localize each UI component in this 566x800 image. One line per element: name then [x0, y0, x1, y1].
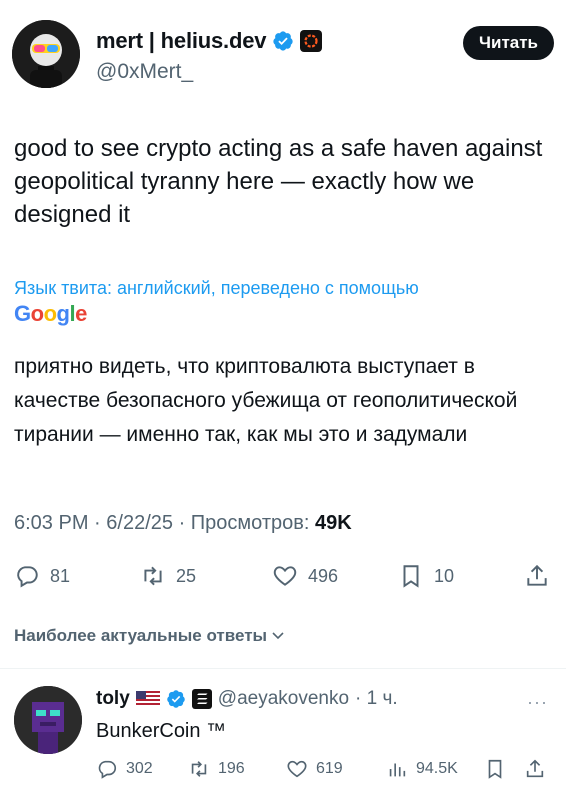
- reply-retweet-action[interactable]: 196: [188, 758, 245, 780]
- org-badge-icon: [300, 30, 323, 52]
- reply-header: toly @aeyakovenko · 1 ч.: [96, 688, 398, 710]
- tweet-text: good to see crypto acting as a safe have…: [14, 135, 543, 228]
- reply-text: BunkerCoin ™: [96, 720, 227, 742]
- verified-badge-icon: [273, 31, 293, 51]
- reply-bookmark-action[interactable]: [484, 758, 506, 780]
- heart-icon: [273, 566, 297, 586]
- reply-reply-action[interactable]: 302: [96, 758, 153, 780]
- reply-like-count: 619: [316, 760, 343, 777]
- google-logo: Google: [14, 301, 87, 326]
- bookmark-count: 10: [434, 565, 455, 586]
- reply-time[interactable]: · 1 ч.: [355, 688, 398, 710]
- tweet-actions: 81 25 496 10: [14, 560, 552, 592]
- reply-author-name[interactable]: toly: [96, 688, 130, 710]
- us-flag-icon: [135, 691, 160, 707]
- views-icon: [389, 763, 406, 777]
- share-icon: [527, 564, 547, 586]
- tweet-meta: 6:03 PM · 6/22/25 · Просмотров: 49K: [14, 512, 352, 535]
- bookmark-icon: [403, 565, 419, 588]
- tweet-header: mert | helius.dev @0xMert_ Читать: [12, 14, 554, 94]
- like-action[interactable]: 496: [272, 563, 338, 589]
- share-action[interactable]: [524, 563, 550, 589]
- follow-button[interactable]: Читать: [463, 26, 554, 60]
- divider: [0, 668, 566, 669]
- reply-like-action[interactable]: 619: [286, 758, 343, 780]
- views-label: Просмотров:: [190, 512, 310, 534]
- reply-icon: [98, 760, 117, 779]
- translation-note[interactable]: Язык твита: английский, переведено с пом…: [14, 278, 419, 299]
- solana-badge-icon: [191, 689, 212, 709]
- replies-sort-label: Наиболее актуальные ответы: [14, 626, 268, 645]
- retweet-action[interactable]: 25: [140, 563, 196, 589]
- retweet-icon: [191, 761, 207, 777]
- verified-badge-icon: [167, 690, 185, 708]
- share-icon: [526, 759, 544, 778]
- views-count: 49K: [315, 512, 352, 534]
- author-avatar[interactable]: [12, 20, 80, 88]
- reply-reply-count: 302: [126, 760, 153, 777]
- reply-icon: [17, 566, 38, 588]
- heart-icon: [287, 760, 307, 778]
- author-name-row: mert | helius.dev: [96, 28, 323, 54]
- reply-count: 81: [50, 565, 71, 586]
- reply-retweet-count: 196: [218, 760, 245, 777]
- tweet-translation: приятно видеть, что криптовалюта выступа…: [14, 355, 518, 446]
- meta-separator: ·: [178, 512, 191, 534]
- reply-views-count: 94.5K: [416, 760, 458, 777]
- reply-share-action[interactable]: [524, 758, 546, 780]
- more-options-icon[interactable]: ···: [527, 692, 548, 713]
- retweet-count: 25: [176, 565, 197, 586]
- replies-sort-toggle[interactable]: Наиболее актуальные ответы: [14, 626, 285, 646]
- retweet-icon: [144, 566, 162, 586]
- meta-separator: ·: [94, 512, 107, 534]
- reply-actions: 302 196 619 94.5K: [96, 758, 556, 784]
- bookmark-action[interactable]: 10: [398, 563, 454, 589]
- reply-action[interactable]: 81: [14, 563, 70, 589]
- author-name[interactable]: mert | helius.dev: [96, 28, 266, 54]
- reply-views-action[interactable]: 94.5K: [386, 758, 458, 780]
- chevron-down-icon: [272, 632, 284, 640]
- reply-avatar[interactable]: [14, 686, 82, 754]
- like-count: 496: [308, 565, 339, 586]
- tweet-date[interactable]: 6/22/25: [106, 512, 173, 534]
- tweet-time[interactable]: 6:03 PM: [14, 512, 88, 534]
- bookmark-icon: [488, 759, 502, 779]
- reply-author-handle[interactable]: @aeyakovenko: [218, 688, 349, 710]
- author-handle[interactable]: @0xMert_: [96, 60, 193, 84]
